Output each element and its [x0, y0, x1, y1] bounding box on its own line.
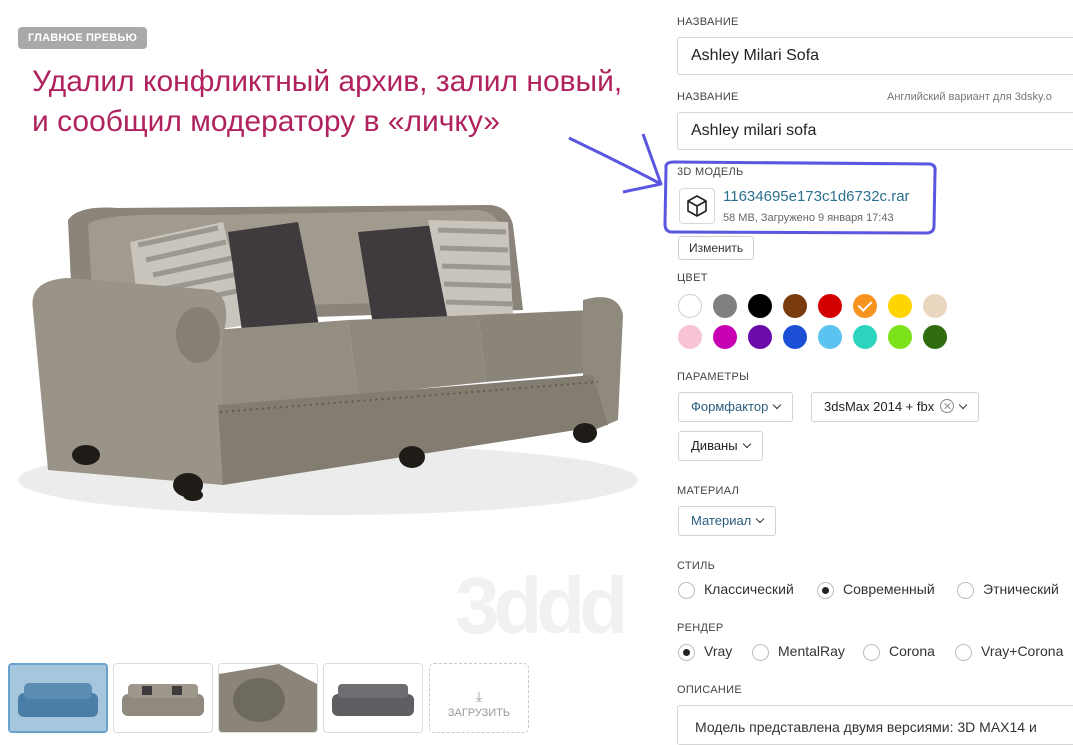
change-file-button[interactable]: Изменить — [678, 236, 755, 260]
chevron-down-icon — [958, 400, 968, 410]
style-radio[interactable] — [817, 582, 834, 599]
color-swatch[interactable] — [783, 325, 807, 349]
color-swatch[interactable] — [713, 294, 737, 318]
upload-label: ЗАГРУЗИТЬ — [447, 707, 511, 719]
upload-icon: ⤓ — [475, 688, 483, 704]
params-label: ПАРАМЕТРЫ — [677, 371, 750, 383]
description-label: ОПИСАНИЕ — [677, 684, 742, 696]
color-label: ЦВЕТ — [677, 272, 708, 284]
clear-icon[interactable] — [940, 399, 955, 413]
thumbnail-2[interactable] — [113, 663, 213, 733]
material-dropdown[interactable]: Материал — [678, 506, 777, 536]
color-swatch[interactable] — [713, 325, 737, 349]
category-dropdown[interactable]: Диваны — [678, 431, 763, 461]
render-radio-label[interactable]: Vray+Corona — [981, 643, 1063, 659]
chevron-down-icon — [742, 439, 751, 449]
render-label: РЕНДЕР — [677, 622, 724, 634]
formfactor-label: Формфактор — [691, 399, 769, 414]
render-radio[interactable] — [752, 644, 769, 661]
color-swatch[interactable] — [888, 294, 912, 318]
color-swatch[interactable] — [818, 294, 842, 318]
formfactor-dropdown[interactable]: Формфактор — [678, 392, 794, 422]
color-swatch[interactable] — [678, 294, 702, 318]
software-dropdown[interactable]: 3dsMax 2014 + fbx — [811, 392, 980, 422]
style-radio-label[interactable]: Современный — [843, 581, 935, 597]
name-en-input[interactable]: Ashley milari sofa — [677, 112, 1073, 150]
thumbnail-sofa-arm-closeup — [219, 664, 317, 732]
render-radio-label[interactable]: MentalRay — [778, 643, 845, 659]
name-input[interactable]: Ashley Milari Sofa — [677, 37, 1073, 75]
name-en-hint: Английский вариант для 3dsky.o — [887, 91, 1052, 103]
style-radio[interactable] — [957, 582, 974, 599]
color-swatch[interactable] — [678, 325, 702, 349]
annotation-arrow — [568, 133, 663, 194]
color-swatch[interactable] — [923, 325, 947, 349]
color-swatch[interactable] — [818, 325, 842, 349]
description-textarea[interactable]: Модель представлена двумя версиями: 3D M… — [677, 705, 1073, 745]
color-swatch[interactable] — [748, 325, 772, 349]
chevron-down-icon — [756, 514, 765, 524]
thumbnail-4[interactable] — [323, 663, 423, 733]
render-radio-label[interactable]: Vray — [704, 643, 732, 659]
thumbnail-sofa-blue — [10, 665, 106, 731]
render-radio[interactable] — [955, 644, 972, 661]
render-radio[interactable] — [863, 644, 880, 661]
color-swatch[interactable] — [888, 325, 912, 349]
style-radio[interactable] — [678, 582, 695, 599]
color-swatch[interactable] — [748, 294, 772, 318]
software-label: 3dsMax 2014 + fbx — [824, 399, 935, 414]
color-swatch[interactable] — [853, 325, 877, 349]
thumbnail-3[interactable] — [218, 663, 318, 733]
style-label: СТИЛЬ — [677, 560, 716, 572]
material-label: МАТЕРИАЛ — [677, 485, 740, 497]
render-radio[interactable] — [678, 644, 695, 661]
color-swatch[interactable] — [853, 294, 877, 318]
material-button-label: Материал — [691, 513, 752, 528]
name-label: НАЗВАНИЕ — [677, 16, 739, 28]
style-radio-label[interactable]: Классический — [704, 581, 794, 597]
annotation-line-1: Удалил конфликтный архив, залил новый, — [32, 65, 623, 98]
highlight-box — [663, 160, 937, 235]
render-radio-label[interactable]: Corona — [889, 643, 935, 659]
color-swatch[interactable] — [783, 294, 807, 318]
watermark-logo: 3ddd — [455, 561, 628, 650]
thumbnail-sofa-grey — [122, 684, 204, 716]
thumbnail-1[interactable] — [8, 663, 108, 733]
color-swatch[interactable] — [923, 294, 947, 318]
main-preview-badge: ГЛАВНОЕ ПРЕВЬЮ — [18, 27, 148, 49]
style-radio-label[interactable]: Этнический — [983, 581, 1059, 597]
thumbnail-sofa-dark — [332, 684, 414, 716]
category-label: Диваны — [691, 438, 738, 453]
chevron-down-icon — [773, 400, 782, 410]
name-en-label: НАЗВАНИЕ — [677, 91, 739, 103]
upload-thumbnail-button[interactable]: ⤓ ЗАГРУЗИТЬ — [429, 663, 529, 733]
